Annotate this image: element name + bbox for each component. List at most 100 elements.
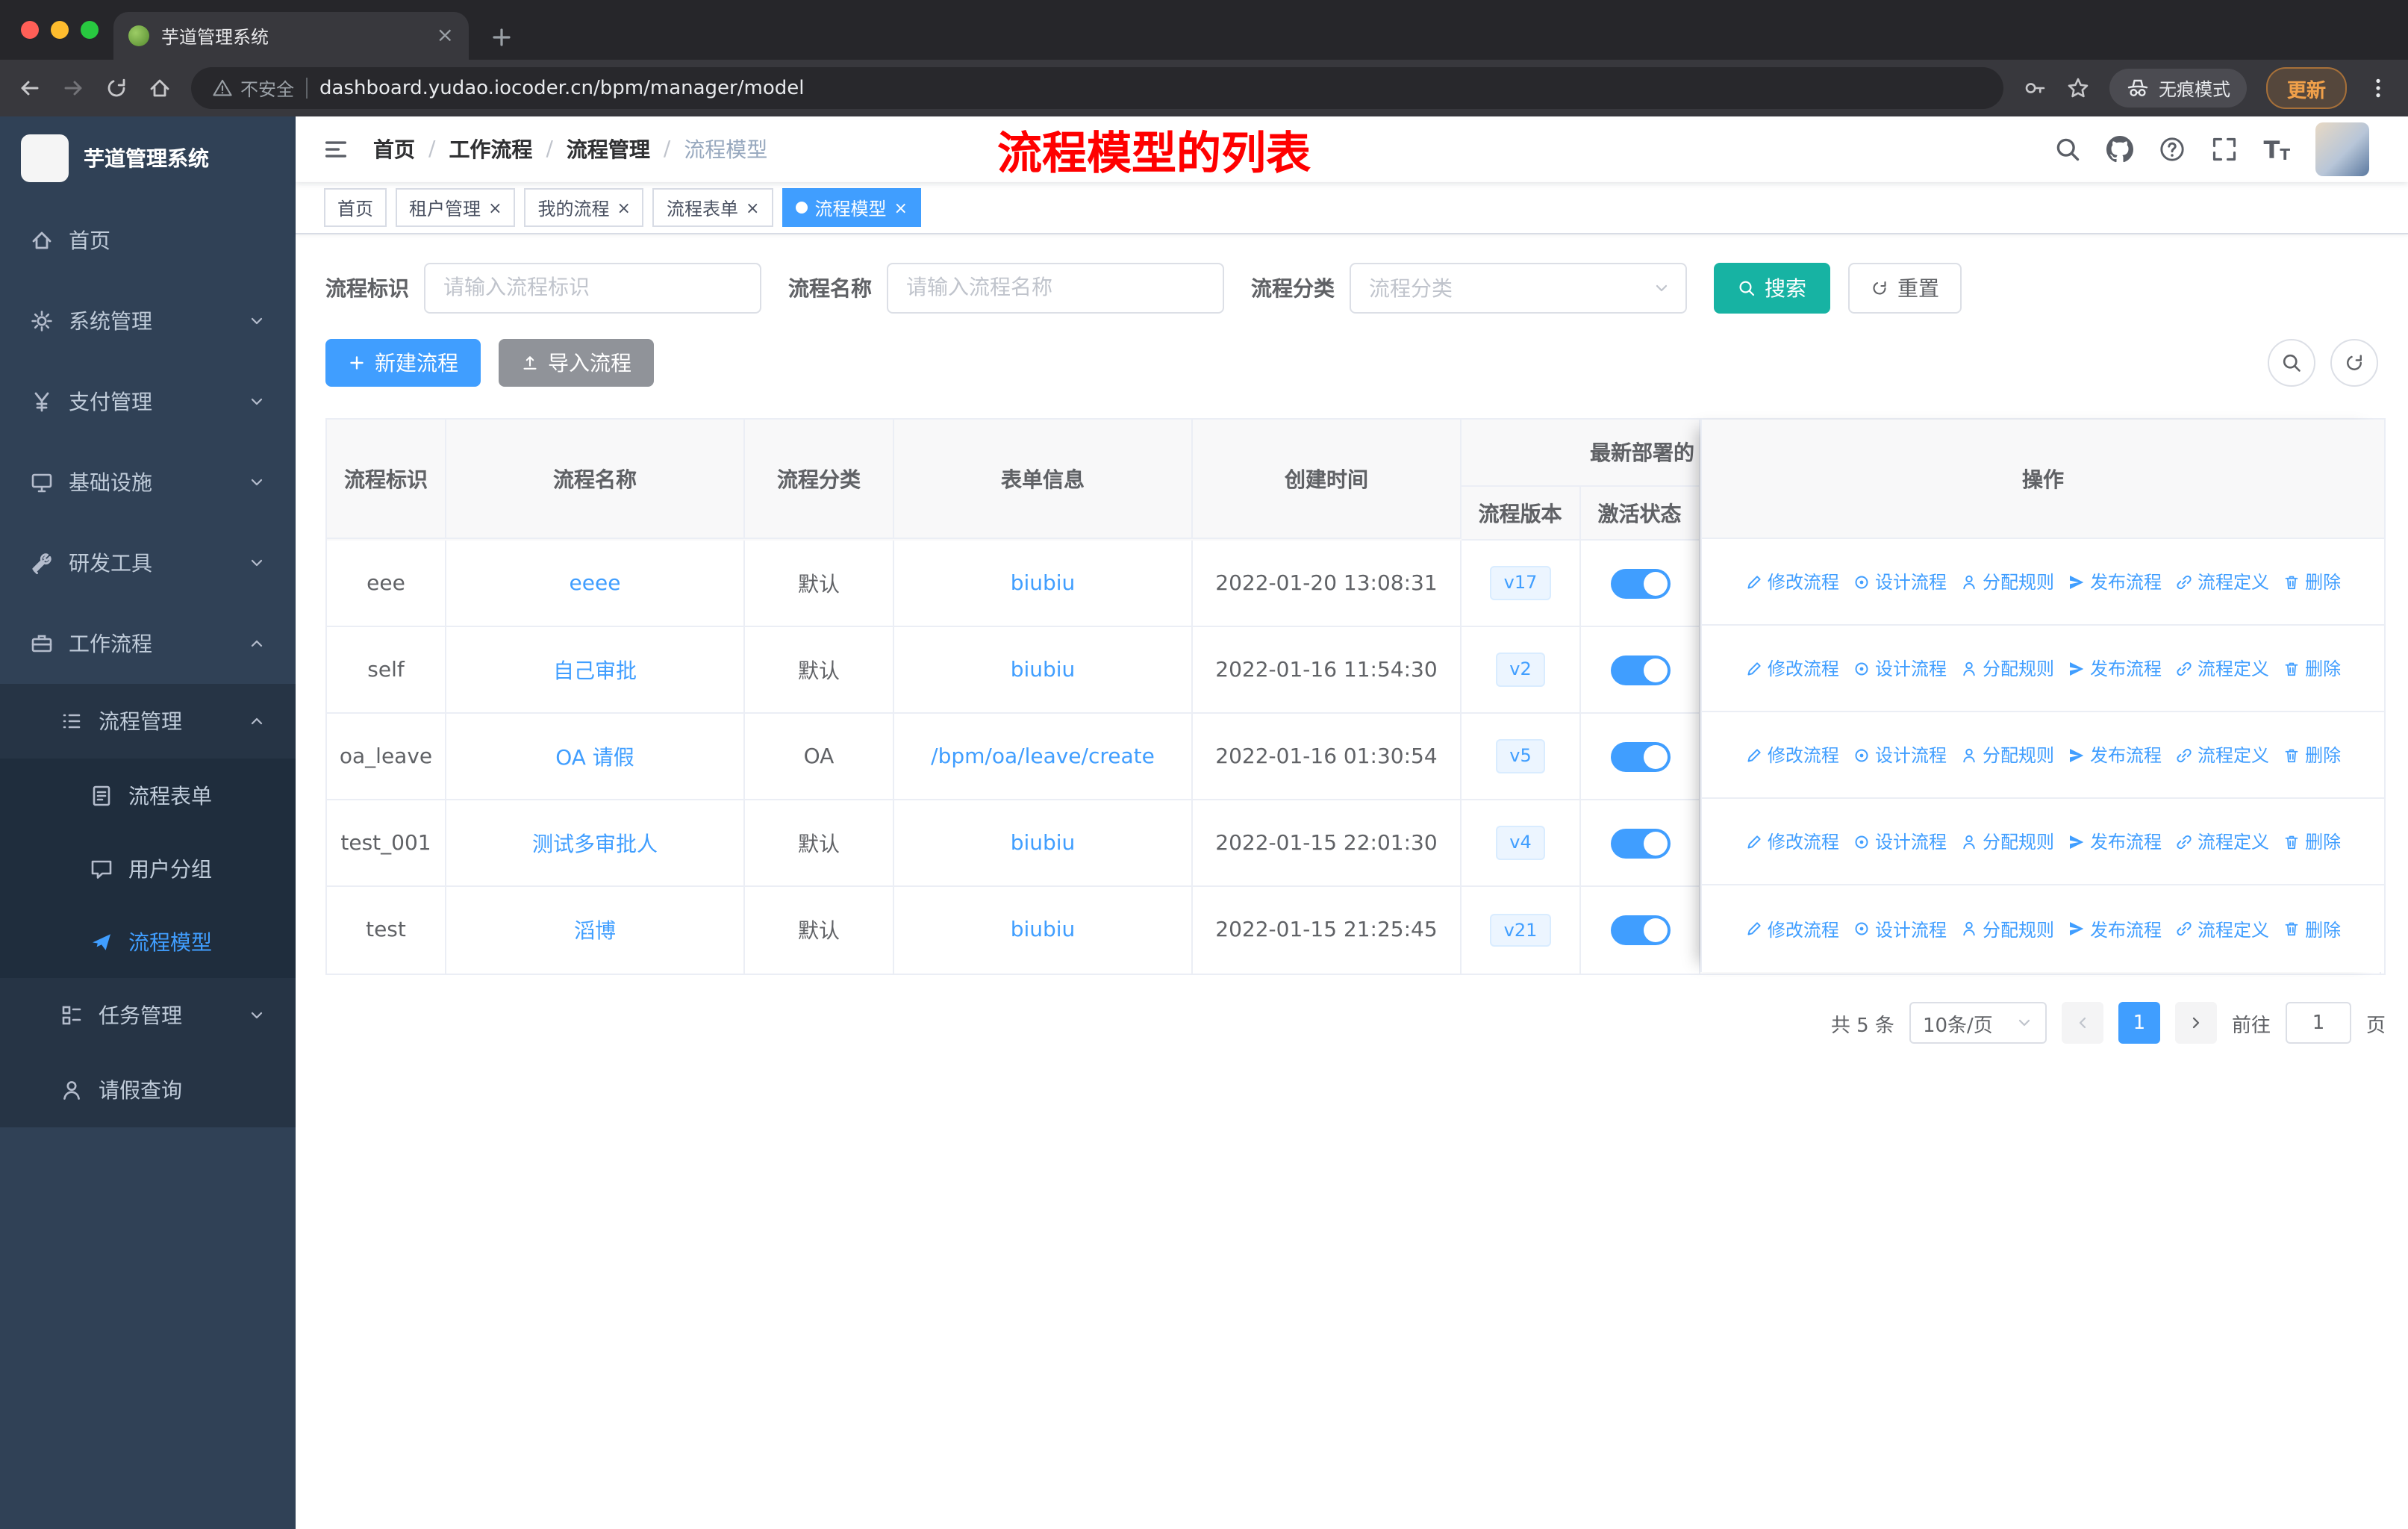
active-toggle[interactable] [1610,655,1670,685]
action-publish-process[interactable]: 发布流程 [2068,655,2162,681]
search-button[interactable]: 搜索 [1714,263,1830,314]
action-publish-process[interactable]: 发布流程 [2068,829,2162,854]
close-icon[interactable]: × [488,199,502,216]
next-page-button[interactable] [2174,1002,2217,1044]
reset-button[interactable]: 重置 [1848,263,1962,314]
action-design-process[interactable]: 设计流程 [1853,829,1947,854]
sidebar-item-home[interactable]: 首页 [0,200,296,281]
window-zoom-button[interactable] [81,21,99,39]
model-name-link[interactable]: 滔博 [574,915,616,945]
font-size-icon[interactable]: TT [2264,135,2291,164]
address-bar[interactable]: 不安全 dashboard.yudao.iocoder.cn/bpm/manag… [191,67,2003,109]
github-icon[interactable] [2107,136,2134,163]
tag-my-process[interactable]: 我的流程 × [524,188,644,227]
action-design-process[interactable]: 设计流程 [1853,569,1947,594]
action-assign-rule[interactable]: 分配规则 [1960,569,2054,594]
sidebar-item-user-group[interactable]: 用户分组 [0,832,296,905]
action-publish-process[interactable]: 发布流程 [2068,569,2162,594]
back-icon[interactable] [18,76,42,100]
action-delete[interactable]: 删除 [2283,569,2341,594]
action-edit-process[interactable]: 修改流程 [1745,655,1839,681]
goto-page-input[interactable] [2285,1002,2351,1044]
model-name-link[interactable]: OA 请假 [555,741,634,771]
active-toggle[interactable] [1610,741,1670,771]
sidebar-item-task-mgmt[interactable]: 任务管理 [0,978,296,1053]
action-edit-process[interactable]: 修改流程 [1745,829,1839,854]
password-key-icon[interactable] [2023,76,2047,100]
tag-home[interactable]: 首页 [324,188,387,227]
page-size-select[interactable]: 10条/页 [1909,1002,2047,1044]
prev-page-button[interactable] [2061,1002,2103,1044]
tag-tenant[interactable]: 租户管理 × [396,188,516,227]
create-process-button[interactable]: 新建流程 [325,339,481,387]
action-assign-rule[interactable]: 分配规则 [1960,655,2054,681]
model-name-link[interactable]: 测试多审批人 [532,828,658,858]
filter-name-input[interactable] [887,263,1224,314]
sidebar-item-leave-query[interactable]: 请假查询 [0,1053,296,1127]
fullscreen-icon[interactable] [2212,136,2239,163]
close-icon[interactable]: × [893,199,907,216]
action-edit-process[interactable]: 修改流程 [1745,742,1839,767]
sidebar-item-system[interactable]: 系统管理 [0,281,296,361]
action-assign-rule[interactable]: 分配规则 [1960,742,2054,767]
model-name-link[interactable]: 自己审批 [553,655,637,685]
action-assign-rule[interactable]: 分配规则 [1960,916,2054,941]
sidebar-item-process-model[interactable]: 流程模型 [0,905,296,978]
action-process-definition[interactable]: 流程定义 [2175,829,2269,854]
action-design-process[interactable]: 设计流程 [1853,916,1947,941]
window-minimize-button[interactable] [51,21,69,39]
user-avatar[interactable] [2315,122,2369,176]
filter-key-input[interactable] [424,263,761,314]
hamburger-icon[interactable] [322,136,349,163]
refresh-table-button[interactable] [2330,339,2378,387]
window-close-button[interactable] [21,21,39,39]
action-delete[interactable]: 删除 [2283,742,2341,767]
toggle-search-button[interactable] [2268,339,2315,387]
form-info-link[interactable]: biubiu [1011,658,1076,682]
current-page-button[interactable]: 1 [2118,1002,2160,1044]
sidebar-item-devtools[interactable]: 研发工具 [0,523,296,603]
tab-close-icon[interactable]: × [437,24,454,48]
new-tab-button[interactable] [490,25,514,49]
breadcrumb-process-mgmt[interactable]: 流程管理 [567,134,650,164]
breadcrumb-home[interactable]: 首页 [373,134,415,164]
security-warning[interactable]: 不安全 [212,75,294,101]
action-delete[interactable]: 删除 [2283,829,2341,854]
action-edit-process[interactable]: 修改流程 [1745,916,1839,941]
browser-menu-icon[interactable] [2366,76,2390,100]
active-toggle[interactable] [1610,915,1670,945]
action-design-process[interactable]: 设计流程 [1853,655,1947,681]
close-icon[interactable]: × [746,199,759,216]
form-info-link[interactable]: biubiu [1011,918,1076,942]
sidebar-item-workflow[interactable]: 工作流程 [0,603,296,684]
tag-process-model[interactable]: 流程模型 × [782,188,921,227]
browser-update-button[interactable]: 更新 [2265,67,2347,109]
home-icon[interactable] [148,76,172,100]
active-toggle[interactable] [1610,828,1670,858]
form-info-link[interactable]: /bpm/oa/leave/create [931,744,1155,768]
action-edit-process[interactable]: 修改流程 [1745,569,1839,594]
sidebar-item-infra[interactable]: 基础设施 [0,442,296,523]
bookmark-star-icon[interactable] [2066,76,2090,100]
action-assign-rule[interactable]: 分配规则 [1960,829,2054,854]
action-process-definition[interactable]: 流程定义 [2175,742,2269,767]
forward-icon[interactable] [61,76,85,100]
form-info-link[interactable]: biubiu [1011,571,1076,595]
help-icon[interactable] [2159,136,2186,163]
active-toggle[interactable] [1610,568,1670,598]
tag-process-form[interactable]: 流程表单 × [652,188,773,227]
close-icon[interactable]: × [617,199,631,216]
action-process-definition[interactable]: 流程定义 [2175,655,2269,681]
action-process-definition[interactable]: 流程定义 [2175,569,2269,594]
form-info-link[interactable]: biubiu [1011,831,1076,855]
action-delete[interactable]: 删除 [2283,916,2341,941]
search-icon[interactable] [2055,136,2082,163]
filter-category-select[interactable]: 流程分类 [1350,263,1687,314]
sidebar-item-process-form[interactable]: 流程表单 [0,759,296,832]
breadcrumb-workflow[interactable]: 工作流程 [449,134,532,164]
action-publish-process[interactable]: 发布流程 [2068,742,2162,767]
model-name-link[interactable]: eeee [570,571,621,595]
sidebar-item-payment[interactable]: 支付管理 [0,361,296,442]
sidebar-item-process-mgmt[interactable]: 流程管理 [0,684,296,759]
action-publish-process[interactable]: 发布流程 [2068,916,2162,941]
